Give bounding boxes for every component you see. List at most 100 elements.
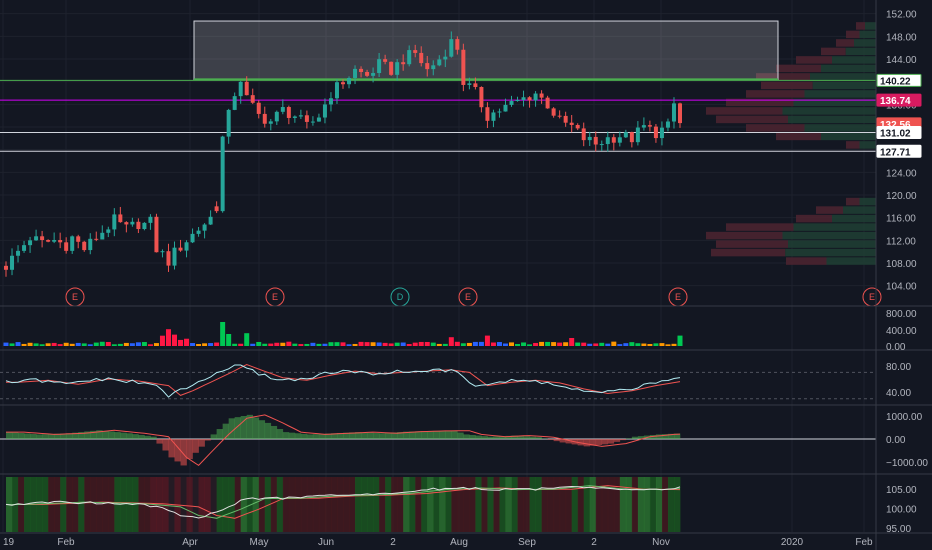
candle-up xyxy=(310,121,315,123)
oscillator-tick-label: 95.00 xyxy=(886,524,911,535)
volume-bar xyxy=(358,341,364,346)
macd-histogram-bar xyxy=(300,433,308,439)
macd-histogram-bar xyxy=(120,432,127,439)
volume-bar xyxy=(617,344,623,346)
volume-bar xyxy=(21,343,27,346)
oscillator-background-bar xyxy=(553,477,561,532)
volume-bar xyxy=(274,342,280,346)
candle-up xyxy=(220,136,225,212)
macd-histogram-bar xyxy=(415,431,422,439)
macd-histogram-bar xyxy=(156,439,163,444)
volume-bar xyxy=(123,342,129,346)
candle-down xyxy=(557,115,562,117)
profile-bar-down xyxy=(856,22,865,30)
macd-histogram-bar xyxy=(547,439,554,440)
volume-bar xyxy=(424,341,430,346)
candle-down xyxy=(166,251,171,266)
volume-bar xyxy=(9,343,15,346)
profile-bar-up xyxy=(793,223,876,231)
time-tick-label: 2020 xyxy=(781,537,804,548)
profile-bar-down xyxy=(716,240,788,248)
candle-down xyxy=(413,50,418,53)
candle-up xyxy=(497,111,502,113)
candle-up xyxy=(623,132,628,138)
oscillator-background-bar xyxy=(487,477,494,532)
candle-down xyxy=(647,125,652,127)
volume-bar xyxy=(623,343,629,346)
profile-bar-down xyxy=(706,231,783,240)
volume-bar xyxy=(430,342,436,346)
resistance-zone-box xyxy=(193,20,779,81)
macd-histogram-bar xyxy=(192,439,199,453)
volume-bar xyxy=(3,342,9,346)
volume-bar xyxy=(460,343,466,346)
macd-histogram-bar xyxy=(108,431,115,439)
profile-bar-up xyxy=(804,90,876,98)
volume-bar xyxy=(99,341,105,346)
candle-down xyxy=(214,206,219,212)
profile-bar-up xyxy=(804,124,876,132)
macd-histogram-bar xyxy=(367,432,374,439)
volume-bar xyxy=(105,341,111,346)
macd-histogram-bar xyxy=(270,425,278,439)
profile-bar-up xyxy=(826,257,876,265)
candle-up xyxy=(268,121,273,124)
volume-bar xyxy=(328,342,334,346)
macd-histogram-bar xyxy=(487,436,494,439)
oscillator-background-bar xyxy=(547,477,555,532)
volume-bar xyxy=(262,343,268,346)
oscillator-background-bar xyxy=(577,477,585,532)
volume-bar xyxy=(527,344,533,346)
profile-bar-down xyxy=(816,206,843,214)
oscillator-background-bar xyxy=(643,477,651,532)
macd-histogram-bar xyxy=(655,434,663,439)
volume-bar xyxy=(605,343,611,346)
volume-bar xyxy=(418,341,424,346)
volume-bar xyxy=(466,342,472,346)
macd-histogram-bar xyxy=(451,430,458,439)
volume-bar xyxy=(93,342,99,346)
candle-up xyxy=(70,236,75,251)
candle-up xyxy=(347,77,352,85)
candle-up xyxy=(395,62,400,75)
macd-histogram-bar xyxy=(102,430,109,439)
time-tick-label: 2 xyxy=(591,537,597,548)
candle-down xyxy=(461,49,466,85)
macd-histogram-bar xyxy=(529,436,536,439)
volume-bar xyxy=(165,329,171,346)
oscillator-background-bar xyxy=(661,477,669,532)
volume-bar xyxy=(63,342,69,346)
profile-bar-down xyxy=(836,39,854,47)
macd-histogram-bar xyxy=(132,434,139,439)
macd-histogram-bar xyxy=(12,432,19,439)
candle-up xyxy=(641,125,646,128)
volume-bar xyxy=(563,342,569,346)
volume-bar xyxy=(641,343,647,346)
candle-up xyxy=(521,97,526,100)
oscillator-background-bar xyxy=(499,477,506,532)
oscillator-background-bar xyxy=(96,477,103,532)
candle-up xyxy=(503,104,508,112)
price-tick-label: 112.00 xyxy=(886,236,916,247)
macd-histogram-bar xyxy=(361,432,368,439)
volume-bar xyxy=(208,343,214,346)
macd-histogram-bar xyxy=(427,430,434,439)
macd-histogram-bar xyxy=(631,436,639,439)
candle-down xyxy=(581,128,586,141)
oscillator-background-bar xyxy=(475,477,482,532)
profile-bar-down xyxy=(846,141,860,149)
macd-histogram-bar xyxy=(210,434,217,439)
macd-histogram-bar xyxy=(6,432,13,439)
oscillator-background-bar xyxy=(385,477,392,532)
profile-bar-down xyxy=(726,223,794,231)
candle-up xyxy=(190,233,195,243)
trading-chart[interactable]: EEDEEE 152.00148.00144.00140.00136.00132… xyxy=(0,0,932,550)
profile-bar-up xyxy=(788,240,876,248)
oscillator-background-bar xyxy=(409,477,416,532)
candle-down xyxy=(4,265,8,270)
macd-histogram-bar xyxy=(312,434,320,439)
volume-bar xyxy=(39,344,45,346)
oscillator-background-bar xyxy=(511,477,518,532)
oscillator-background-bar xyxy=(397,477,404,532)
profile-bar-up xyxy=(859,141,876,149)
